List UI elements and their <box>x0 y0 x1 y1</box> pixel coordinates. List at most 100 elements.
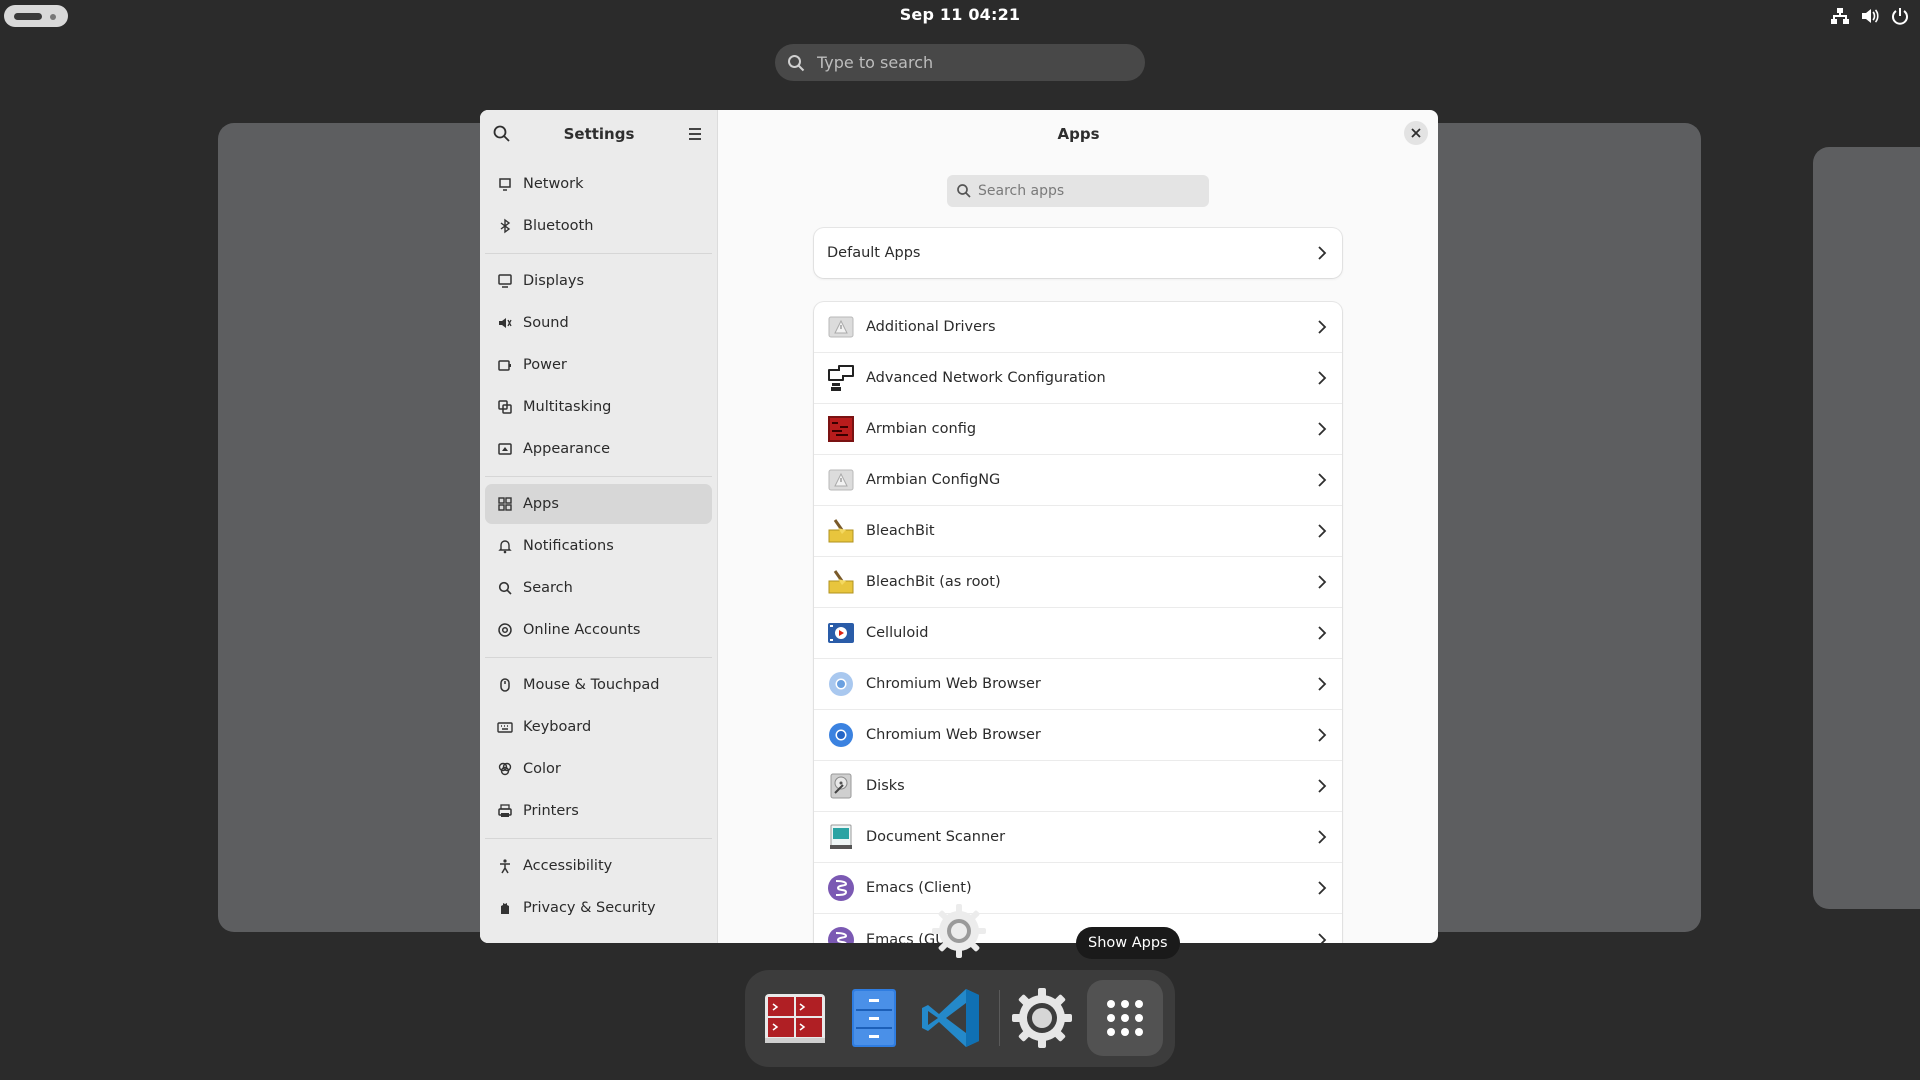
sidebar-item-label: Notifications <box>523 538 614 554</box>
app-row[interactable]: BleachBit (as root) <box>814 557 1342 608</box>
file-manager-icon[interactable] <box>835 980 911 1056</box>
default-apps-card: Default Apps <box>814 228 1342 278</box>
color-icon <box>498 762 512 776</box>
apps-search[interactable] <box>947 175 1209 207</box>
online-accounts-icon <box>498 623 512 637</box>
sidebar-item-displays[interactable]: Displays <box>485 261 712 301</box>
top-bar: Sep 11 04:21 <box>0 0 1920 32</box>
system-tray[interactable] <box>1830 6 1910 26</box>
apps-search-input[interactable] <box>978 183 1198 199</box>
search-icon <box>498 581 512 595</box>
sidebar-item-mouse-and-touchpad[interactable]: Mouse & Touchpad <box>485 665 712 705</box>
sidebar-item-appearance[interactable]: Appearance <box>485 429 712 469</box>
apps-panel: Apps Default Apps Additional Drivers Adva… <box>719 110 1438 943</box>
sidebar-item-search[interactable]: Search <box>485 568 712 608</box>
sidebar-item-label: Bluetooth <box>523 218 594 234</box>
app-row[interactable]: Chromium Web Browser <box>814 659 1342 710</box>
clock: Sep 11 04:21 <box>0 5 1920 24</box>
close-icon <box>1411 128 1421 138</box>
chevron-right-icon <box>1318 524 1327 538</box>
sidebar-item-power[interactable]: Power <box>485 345 712 385</box>
generic-warning-icon <box>828 469 854 491</box>
app-name: Celluloid <box>866 625 929 641</box>
sidebar-item-apps[interactable]: Apps <box>485 484 712 524</box>
chevron-right-icon <box>1318 626 1327 640</box>
chevron-right-icon <box>1318 728 1327 742</box>
sidebar-item-network[interactable]: Network <box>485 164 712 204</box>
sidebar-item-online-accounts[interactable]: Online Accounts <box>485 610 712 650</box>
show-apps-icon[interactable] <box>1087 980 1163 1056</box>
overview-search-input[interactable] <box>817 53 1117 72</box>
sidebar-item-sound[interactable]: Sound <box>485 303 712 343</box>
app-row[interactable]: Additional Drivers <box>814 302 1342 353</box>
accessibility-icon <box>500 859 510 874</box>
app-row[interactable]: Emacs (Client) <box>814 863 1342 914</box>
app-row[interactable]: Advanced Network Configuration <box>814 353 1342 404</box>
bleachbit-icon <box>828 570 854 594</box>
app-row[interactable]: Armbian config <box>814 404 1342 455</box>
sidebar-item-system[interactable]: System <box>485 930 712 943</box>
overview-search[interactable] <box>775 44 1145 81</box>
sidebar-item-label: Color <box>523 761 561 777</box>
app-name: Disks <box>866 778 905 794</box>
sidebar-separator <box>485 253 712 254</box>
app-name: Additional Drivers <box>866 319 996 335</box>
chevron-right-icon <box>1318 473 1327 487</box>
sidebar-item-label: Network <box>523 176 584 192</box>
power-icon <box>498 360 511 371</box>
chevron-right-icon <box>1318 932 1327 943</box>
printers-icon <box>498 804 512 817</box>
emacs-icon <box>828 875 854 901</box>
chevron-right-icon <box>1318 830 1327 844</box>
displays-icon <box>498 274 512 288</box>
app-row[interactable]: Document Scanner <box>814 812 1342 863</box>
sidebar-item-label: Mouse & Touchpad <box>523 677 660 693</box>
sidebar-item-label: Privacy & Security <box>523 900 656 916</box>
app-row[interactable]: Disks <box>814 761 1342 812</box>
app-name: Chromium Web Browser <box>866 676 1041 692</box>
sidebar-item-label: Printers <box>523 803 579 819</box>
sidebar-item-bluetooth[interactable]: Bluetooth <box>485 206 712 246</box>
sidebar-item-accessibility[interactable]: Accessibility <box>485 846 712 886</box>
app-row[interactable]: Chromium Web Browser <box>814 710 1342 761</box>
default-apps-row[interactable]: Default Apps <box>814 228 1342 278</box>
sidebar-title-wrap: Settings <box>480 125 718 143</box>
vscode-icon[interactable] <box>913 980 989 1056</box>
clock-label[interactable]: Sep 11 04:21 <box>900 5 1021 24</box>
chevron-right-icon <box>1318 881 1327 895</box>
sidebar-item-privacy-and-security[interactable]: Privacy & Security <box>485 888 712 928</box>
emacs-icon <box>828 926 854 943</box>
sidebar-item-color[interactable]: Color <box>485 749 712 789</box>
settings-gear-icon[interactable] <box>1004 980 1080 1056</box>
page-title: Apps <box>1057 125 1100 143</box>
app-name: Emacs (Client) <box>866 880 972 896</box>
hamburger-menu-icon[interactable] <box>685 124 705 144</box>
sidebar-item-notifications[interactable]: Notifications <box>485 526 712 566</box>
sidebar-list: Network Bluetooth Displays Sound Power Multit… <box>480 164 717 943</box>
sidebar-item-label: Keyboard <box>523 719 592 735</box>
generic-warning-icon <box>828 316 854 338</box>
app-name: Armbian ConfigNG <box>866 472 1001 488</box>
close-button[interactable] <box>1404 121 1428 145</box>
default-apps-label: Default Apps <box>827 245 921 261</box>
sidebar-item-label: Power <box>523 357 567 373</box>
dock <box>745 970 1175 1067</box>
multitasking-icon <box>498 400 512 414</box>
armbian-icon <box>828 416 854 442</box>
network-config-icon <box>828 365 854 391</box>
settings-window[interactable]: Settings Network Bluetooth Displays Sound Po… <box>480 110 1438 943</box>
app-row[interactable]: Armbian ConfigNG <box>814 455 1342 506</box>
sidebar-item-label: Multitasking <box>523 399 612 415</box>
next-workspace-preview[interactable] <box>1813 147 1920 909</box>
app-row[interactable]: BleachBit <box>814 506 1342 557</box>
sidebar-item-label: Displays <box>523 273 585 289</box>
apps-icon <box>498 497 512 511</box>
terminal-app-icon[interactable] <box>757 980 833 1056</box>
sidebar-item-label: Appearance <box>523 441 611 457</box>
bleachbit-icon <box>828 519 854 543</box>
privacy-and-security-icon <box>501 903 509 914</box>
sidebar-item-printers[interactable]: Printers <box>485 791 712 831</box>
app-row[interactable]: Celluloid <box>814 608 1342 659</box>
sidebar-item-keyboard[interactable]: Keyboard <box>485 707 712 747</box>
sidebar-item-multitasking[interactable]: Multitasking <box>485 387 712 427</box>
